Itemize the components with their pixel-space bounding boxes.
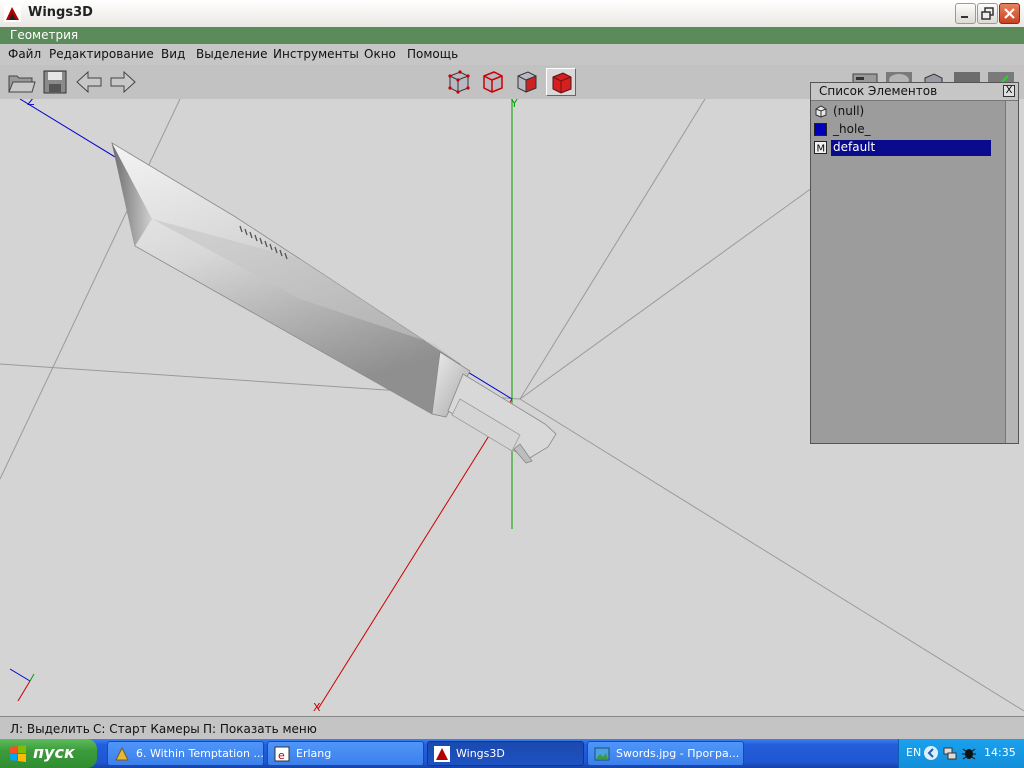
status-right-hint: П: Показать меню	[203, 722, 317, 736]
outliner-item[interactable]: _hole_	[813, 121, 993, 138]
menu-tools[interactable]: Инструменты	[273, 47, 359, 61]
menu-bar: Файл Редактирование Вид Выделение Инстру…	[0, 44, 1024, 66]
svg-text:e: e	[278, 749, 285, 762]
y-axis-label: Y	[510, 99, 518, 110]
window-titlebar[interactable]: Wings3D	[0, 0, 1024, 28]
vertex-mode-button[interactable]	[444, 68, 474, 96]
body-mode-icon	[552, 72, 572, 94]
outliner-item-label: _hole_	[833, 122, 871, 136]
vertex-mode-icon	[448, 70, 470, 94]
media-player-icon	[115, 746, 129, 761]
language-indicator[interactable]: EN	[906, 746, 921, 759]
outliner-item[interactable]: (null)	[813, 103, 993, 120]
redo-icon[interactable]	[108, 68, 138, 96]
outliner-title: Список Элементов	[819, 84, 938, 98]
window-title: Wings3D	[28, 5, 93, 20]
edge-mode-icon	[483, 71, 503, 93]
svg-text:M: M	[817, 144, 826, 155]
restore-button[interactable]	[977, 3, 998, 24]
erlang-icon: e	[274, 746, 290, 762]
status-left-hint: Л: Выделить	[10, 722, 90, 736]
image-viewer-icon	[594, 747, 610, 761]
edge-mode-button[interactable]	[478, 68, 508, 96]
z-axis-label: Z	[27, 99, 35, 108]
start-button[interactable]: пуск	[0, 739, 97, 768]
save-icon[interactable]	[40, 68, 70, 96]
face-mode-button[interactable]	[512, 68, 542, 96]
axis-gizmo	[9, 668, 35, 702]
restore-icon	[981, 7, 994, 20]
outliner-close-button[interactable]: X	[1003, 85, 1015, 97]
network-icon[interactable]	[943, 745, 957, 761]
menu-view[interactable]: Вид	[161, 47, 185, 61]
geometry-window-bar: Геометрия	[0, 27, 1024, 44]
close-button[interactable]	[999, 3, 1020, 24]
outliner-item-label: default	[831, 140, 991, 156]
bug-icon[interactable]	[961, 745, 977, 761]
close-icon	[1004, 8, 1015, 19]
menu-select[interactable]: Выделение	[196, 47, 267, 61]
cube-icon	[815, 105, 827, 118]
show-hidden-icons-icon[interactable]	[923, 745, 939, 761]
x-axis-label: X	[313, 701, 321, 714]
status-bar: Л: Выделить С: Старт Камеры П: Показать …	[0, 716, 1024, 740]
material-m-icon: M	[814, 141, 827, 154]
sword-model[interactable]	[111, 142, 557, 464]
windows-flag-icon	[10, 745, 26, 762]
taskbar: пуск 6. Within Temptation ... e Erlang W…	[0, 739, 1024, 768]
taskbar-item-label: 6. Within Temptation ...	[136, 747, 264, 760]
material-swatch-icon	[814, 123, 827, 136]
undo-icon[interactable]	[74, 68, 104, 96]
outliner-panel: Список Элементов X (null) _hole_ M defau…	[810, 82, 1019, 444]
status-middle-hint: С: Старт Камеры	[93, 722, 200, 736]
body-mode-button[interactable]	[546, 68, 576, 96]
clock[interactable]: 14:35	[984, 746, 1016, 759]
wings3d-taskbar-icon	[434, 746, 450, 762]
minimize-button[interactable]	[955, 3, 976, 24]
outliner-item[interactable]: M default	[813, 139, 993, 156]
face-mode-icon	[517, 71, 537, 93]
outliner-scrollbar[interactable]	[1005, 101, 1018, 443]
wings3d-app-icon	[4, 5, 21, 22]
taskbar-item[interactable]: e Erlang	[267, 741, 424, 766]
menu-help[interactable]: Помощь	[407, 47, 458, 61]
taskbar-item-label: Swords.jpg - Програ...	[616, 747, 740, 760]
start-label: пуск	[33, 743, 75, 762]
minimize-icon	[961, 16, 968, 18]
menu-file[interactable]: Файл	[8, 47, 41, 61]
outliner-titlebar[interactable]: Список Элементов X	[811, 83, 1018, 101]
geometry-label: Геометрия	[10, 28, 79, 42]
taskbar-item[interactable]: Swords.jpg - Програ...	[587, 741, 744, 766]
taskbar-item[interactable]: 6. Within Temptation ...	[107, 741, 264, 766]
taskbar-item-label: Wings3D	[456, 747, 505, 760]
menu-edit[interactable]: Редактирование	[49, 47, 154, 61]
taskbar-item-label: Erlang	[296, 747, 332, 760]
outliner-item-label: (null)	[833, 104, 865, 118]
system-tray: EN 14:35	[898, 739, 1024, 768]
x-axis-line	[317, 398, 513, 710]
taskbar-item[interactable]: Wings3D	[427, 741, 584, 766]
open-icon[interactable]	[6, 68, 36, 96]
menu-window[interactable]: Окно	[364, 47, 396, 61]
